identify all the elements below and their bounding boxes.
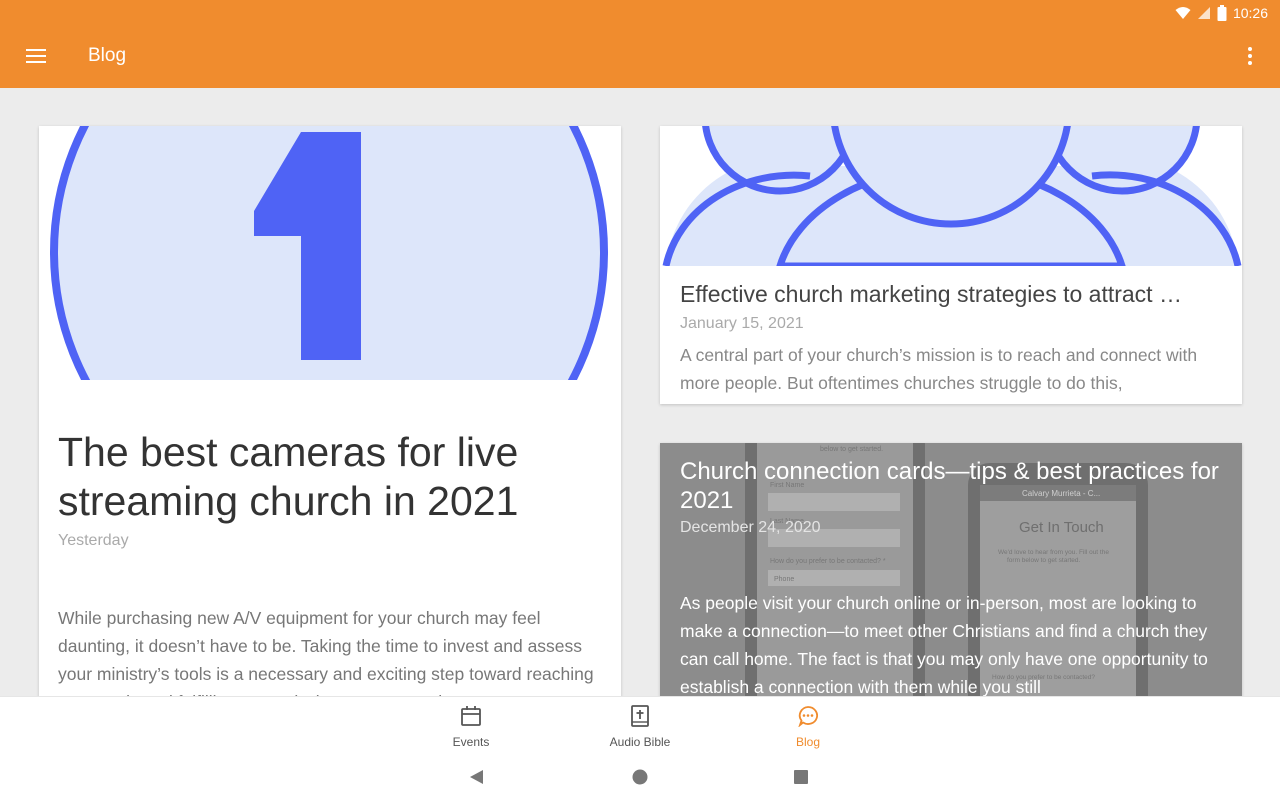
blog-post-card[interactable]: The best cameras for live streaming chur… (39, 126, 621, 696)
nav-tab-blog[interactable]: Blog (753, 705, 863, 749)
post-title: Effective church marketing strategies to… (680, 281, 1182, 307)
blog-post-card[interactable]: below to get started. First Name Last Na… (660, 443, 1242, 696)
nav-label: Blog (795, 735, 821, 749)
status-bar: 10:26 (1175, 3, 1268, 23)
system-navigation-bar (0, 754, 1280, 800)
post-date: Yesterday (58, 532, 129, 549)
post-title: The best cameras for live streaming chur… (58, 429, 519, 524)
recents-square-icon[interactable] (791, 767, 811, 787)
home-circle-icon[interactable] (630, 767, 650, 787)
post-excerpt: A central part of your church’s mission … (680, 345, 1198, 393)
phone-left-text: below to get started. (820, 446, 883, 453)
app-bar: 10:26 Blog (0, 0, 1280, 88)
number-one-in-circle-illustration (39, 126, 621, 380)
phone-right-text: Get In Touch (1019, 519, 1104, 536)
chat-bubble-icon (798, 706, 818, 727)
nav-label: Events (452, 735, 490, 749)
nav-tab-audio-bible[interactable]: Audio Bible (585, 705, 695, 749)
more-vert-icon[interactable] (1238, 44, 1262, 68)
calendar-icon (461, 706, 481, 726)
post-date: December 24, 2020 (680, 519, 821, 536)
battery-icon (1217, 5, 1227, 21)
post-date: January 15, 2021 (680, 315, 804, 332)
blog-feed: The best cameras for live streaming chur… (0, 88, 1280, 696)
group-of-people-illustration (660, 126, 1242, 266)
signal-icon (1197, 7, 1210, 19)
post-excerpt: As people visit your church online or in… (680, 593, 1208, 696)
phone-left-text: Phone (774, 576, 794, 583)
blog-post-card[interactable]: Effective church marketing strategies to… (660, 126, 1242, 404)
wifi-icon (1175, 7, 1191, 19)
status-time: 10:26 (1232, 5, 1268, 21)
bottom-navigation: Events Audio Bible Blog (0, 696, 1280, 755)
back-triangle-icon[interactable] (467, 767, 487, 787)
phone-right-text: form below to get started. (1007, 557, 1081, 564)
phone-left-text: How do you prefer to be contacted? * (770, 558, 886, 565)
phone-right-text: We'd love to hear from you. Fill out the (998, 549, 1109, 556)
bible-icon (631, 705, 649, 727)
post-excerpt: While purchasing new A/V equipment for y… (58, 608, 594, 696)
nav-label: Audio Bible (609, 735, 671, 749)
page-title: Blog (88, 45, 127, 66)
post-title: Church connection cards—tips & best prac… (680, 458, 1219, 514)
nav-tab-events[interactable]: Events (416, 705, 526, 749)
hamburger-menu-icon[interactable] (24, 44, 48, 68)
